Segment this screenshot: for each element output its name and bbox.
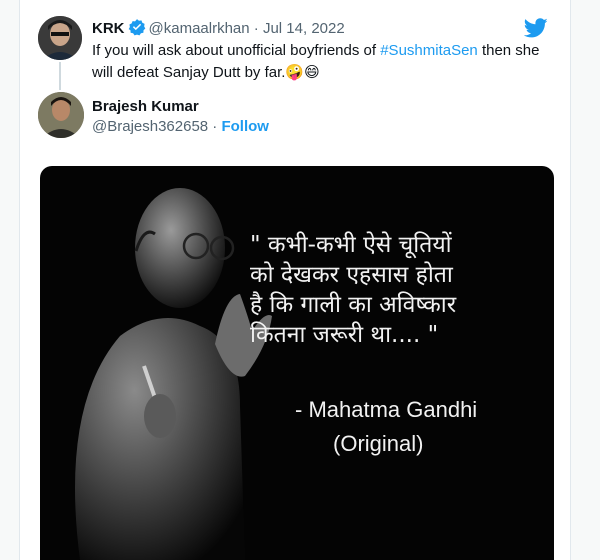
- tweet-header: KRK @kamaalrkhan · Jul 14, 2022: [92, 18, 345, 42]
- thread-connector: [59, 62, 61, 90]
- tweet-text: If you will ask about unofficial boyfrie…: [92, 40, 552, 84]
- brajesh-avatar[interactable]: [38, 92, 84, 138]
- quote-text: " कभी-कभी ऐसे चूतियों को देखकर एहसास होत…: [250, 232, 457, 348]
- gandhi-photo-illustration: [75, 188, 272, 560]
- tweet-date-link[interactable]: Jul 14, 2022: [263, 20, 345, 37]
- embedded-tweet-card: KRK @kamaalrkhan · Jul 14, 2022 If you wi…: [19, 0, 571, 560]
- verified-badge-icon: [128, 18, 146, 42]
- twitter-bird-icon[interactable]: [523, 16, 548, 40]
- author-handle[interactable]: @kamaalrkhan: [149, 20, 250, 37]
- tweet-media-image[interactable]: " कभी-कभी ऐसे चूतियों को देखकर एहसास होत…: [40, 166, 554, 560]
- hashtag-link[interactable]: #SushmitaSen: [380, 42, 478, 59]
- attribution-note: (Original): [333, 431, 424, 456]
- author-name[interactable]: KRK: [92, 20, 125, 37]
- reply-author-handle[interactable]: @Brajesh362658: [92, 118, 208, 135]
- follow-link[interactable]: Follow: [221, 118, 269, 135]
- reply-author-name[interactable]: Brajesh Kumar: [92, 97, 199, 117]
- quote-attribution: - Mahatma Gandhi (Original): [295, 393, 554, 461]
- reply-author-meta: @Brajesh362658 · Follow: [92, 117, 269, 137]
- meta-separator: ·: [253, 20, 259, 37]
- tweet-text-start: If you will ask about unofficial boyfrie…: [92, 42, 381, 59]
- attribution-name: - Mahatma Gandhi: [295, 397, 478, 422]
- reply-meta-separator: ·: [208, 118, 222, 135]
- krk-avatar[interactable]: [38, 16, 82, 60]
